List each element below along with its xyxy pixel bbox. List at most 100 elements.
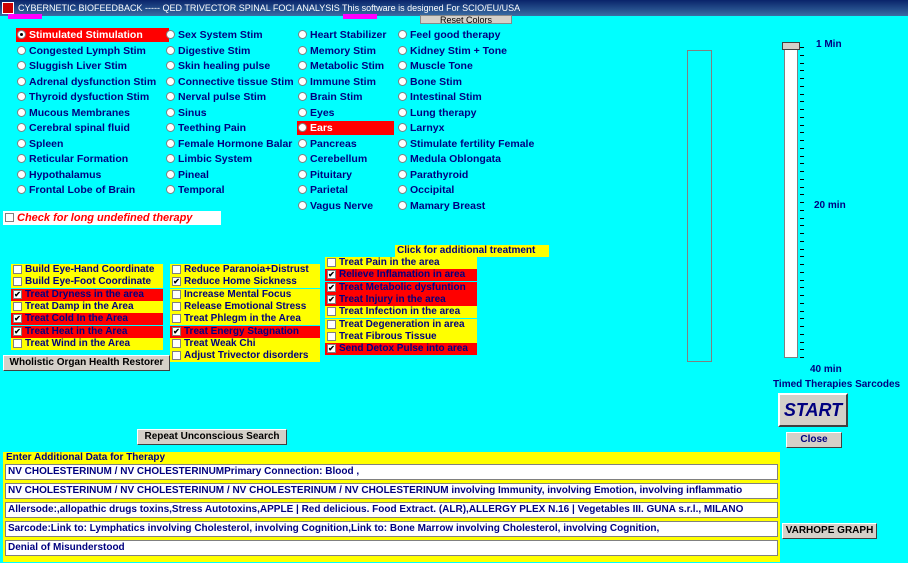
checkbox-box[interactable]	[327, 319, 336, 329]
radio-col2-0[interactable]: Sex System Stim	[165, 28, 263, 42]
radio-dot[interactable]	[398, 138, 407, 148]
radio-dot[interactable]	[17, 61, 26, 70]
repeat-search-button[interactable]: Repeat Unconscious Search	[137, 429, 287, 445]
radio-col4-6[interactable]: Larnyx	[397, 121, 444, 135]
checkbox-group1-0[interactable]: Build Eye-Hand Coordinate	[11, 264, 163, 276]
checkbox-box[interactable]: ✔	[327, 294, 336, 304]
data-field-0[interactable]: NV CHOLESTERINUM / NV CHOLESTERINUMPrima…	[5, 464, 778, 480]
checkbox-box[interactable]	[13, 338, 22, 348]
checkbox-group1-1[interactable]: Build Eye-Foot Coordinate	[11, 276, 163, 289]
radio-dot[interactable]	[398, 76, 407, 86]
radio-col2-10[interactable]: Temporal	[165, 183, 224, 197]
radio-col4-4[interactable]: Intestinal Stim	[397, 90, 482, 104]
checkbox-box[interactable]: ✔	[327, 270, 336, 280]
radio-dot[interactable]	[398, 30, 407, 39]
checkbox-group2-6[interactable]: Treat Weak Chi	[170, 337, 320, 350]
radio-col3-11[interactable]: Vagus Nerve	[297, 199, 373, 213]
radio-col4-3[interactable]: Bone Stim	[397, 75, 462, 89]
radio-col4-10[interactable]: Occipital	[397, 183, 454, 197]
radio-dot[interactable]	[298, 185, 307, 194]
checkbox-group1-4[interactable]: ✔ Treat Cold In the Area	[11, 313, 163, 326]
radio-dot[interactable]	[298, 61, 307, 70]
checkbox-group1-5[interactable]: ✔ Treat Heat in the Area	[11, 325, 163, 338]
checkbox-group3-0[interactable]: Treat Pain in the area	[325, 257, 477, 269]
radio-dot[interactable]	[298, 107, 307, 117]
radio-dot[interactable]	[398, 200, 407, 210]
radio-dot[interactable]	[166, 30, 175, 39]
radio-dot[interactable]	[17, 185, 26, 194]
radio-col3-0[interactable]: Heart Stabilizer	[297, 28, 386, 42]
radio-col2-7[interactable]: Female Hormone Balar	[165, 137, 292, 151]
radio-col3-8[interactable]: Cerebellum	[297, 152, 367, 166]
checkbox-box[interactable]	[327, 307, 336, 317]
radio-col3-6[interactable]: Ears	[297, 121, 394, 135]
radio-col1-10[interactable]: Frontal Lobe of Brain	[16, 183, 135, 197]
checkbox-box[interactable]	[13, 301, 22, 311]
radio-col3-5[interactable]: Eyes	[297, 106, 335, 120]
checkbox-box[interactable]	[172, 314, 181, 324]
radio-col1-2[interactable]: Sluggish Liver Stim	[16, 59, 127, 73]
radio-dot[interactable]	[166, 76, 175, 86]
close-button[interactable]: Close	[786, 432, 842, 448]
checkbox-group1-2[interactable]: ✔ Treat Dryness in the area	[11, 288, 163, 301]
checkbox-group3-1[interactable]: ✔ Relieve Inflamation in area	[325, 269, 477, 282]
checkbox-group2-2[interactable]: Increase Mental Focus	[170, 288, 320, 301]
checkbox-box[interactable]	[327, 331, 336, 341]
radio-dot[interactable]	[298, 123, 307, 132]
varhope-graph-button[interactable]: VARHOPE GRAPH	[782, 523, 877, 539]
checkbox-group2-4[interactable]: Treat Phlegm in the Area	[170, 313, 320, 326]
radio-col3-1[interactable]: Memory Stim	[297, 44, 376, 58]
radio-col4-11[interactable]: Mamary Breast	[397, 199, 485, 213]
radio-col1-9[interactable]: Hypothalamus	[16, 168, 101, 182]
checkbox-box[interactable]	[172, 289, 181, 299]
radio-dot[interactable]	[166, 61, 175, 70]
checkbox-group2-3[interactable]: Release Emotional Stress	[170, 300, 320, 313]
checkbox-group3-6[interactable]: Treat Fibrous Tissue	[325, 330, 477, 343]
checkbox-group1-3[interactable]: Treat Damp in the Area	[11, 300, 163, 313]
data-field-3[interactable]: Sarcode:Link to: Lymphatics involving Ch…	[5, 521, 778, 537]
radio-dot[interactable]	[166, 169, 175, 179]
radio-col2-8[interactable]: Limbic System	[165, 152, 252, 166]
checkbox-group2-0[interactable]: Reduce Paranoia+Distrust	[170, 264, 320, 276]
radio-col4-9[interactable]: Parathyroid	[397, 168, 468, 182]
checkbox-group2-5[interactable]: ✔ Treat Energy Stagnation	[170, 325, 320, 338]
radio-col2-4[interactable]: Nerval pulse Stim	[165, 90, 266, 104]
time-slider-track[interactable]	[784, 46, 798, 358]
radio-dot[interactable]	[17, 154, 26, 163]
radio-dot[interactable]	[398, 61, 407, 70]
radio-col2-9[interactable]: Pineal	[165, 168, 209, 182]
radio-dot[interactable]	[17, 169, 26, 179]
radio-dot[interactable]	[398, 92, 407, 101]
radio-dot[interactable]	[298, 200, 307, 210]
radio-dot[interactable]	[166, 138, 175, 148]
reset-colors-button[interactable]: Reset Colors	[420, 15, 512, 24]
checkbox-box[interactable]: ✔	[13, 289, 22, 299]
radio-col4-8[interactable]: Medula Oblongata	[397, 152, 501, 166]
checkbox-box[interactable]: ✔	[172, 277, 181, 287]
checkbox-box[interactable]	[5, 213, 14, 222]
radio-col1-1[interactable]: Congested Lymph Stim	[16, 44, 146, 58]
radio-dot[interactable]	[166, 154, 175, 163]
checkbox-box[interactable]: ✔	[13, 326, 22, 336]
radio-dot[interactable]	[298, 138, 307, 148]
menu-tag-left[interactable]	[8, 14, 42, 19]
checkbox-group2-7[interactable]: Adjust Trivector disorders	[170, 350, 320, 363]
checkbox-box[interactable]	[13, 265, 22, 274]
radio-col1-8[interactable]: Reticular Formation	[16, 152, 128, 166]
checkbox-group3-5[interactable]: Treat Degeneration in area	[325, 318, 477, 331]
radio-dot[interactable]	[298, 154, 307, 163]
radio-dot[interactable]	[166, 123, 175, 132]
start-button[interactable]: START	[778, 393, 848, 427]
radio-col3-4[interactable]: Brain Stim	[297, 90, 363, 104]
radio-col2-2[interactable]: Skin healing pulse	[165, 59, 270, 73]
radio-dot[interactable]	[166, 185, 175, 194]
radio-dot[interactable]	[17, 107, 26, 117]
radio-dot[interactable]	[298, 169, 307, 179]
radio-col3-3[interactable]: Immune Stim	[297, 75, 376, 89]
radio-col4-2[interactable]: Muscle Tone	[397, 59, 473, 73]
radio-col1-7[interactable]: Spleen	[16, 137, 63, 151]
radio-dot[interactable]	[398, 185, 407, 194]
checkbox-group3-2[interactable]: ✔ Treat Metabolic dysfuntion	[325, 281, 477, 294]
radio-dot[interactable]	[398, 154, 407, 163]
radio-dot[interactable]	[17, 138, 26, 148]
